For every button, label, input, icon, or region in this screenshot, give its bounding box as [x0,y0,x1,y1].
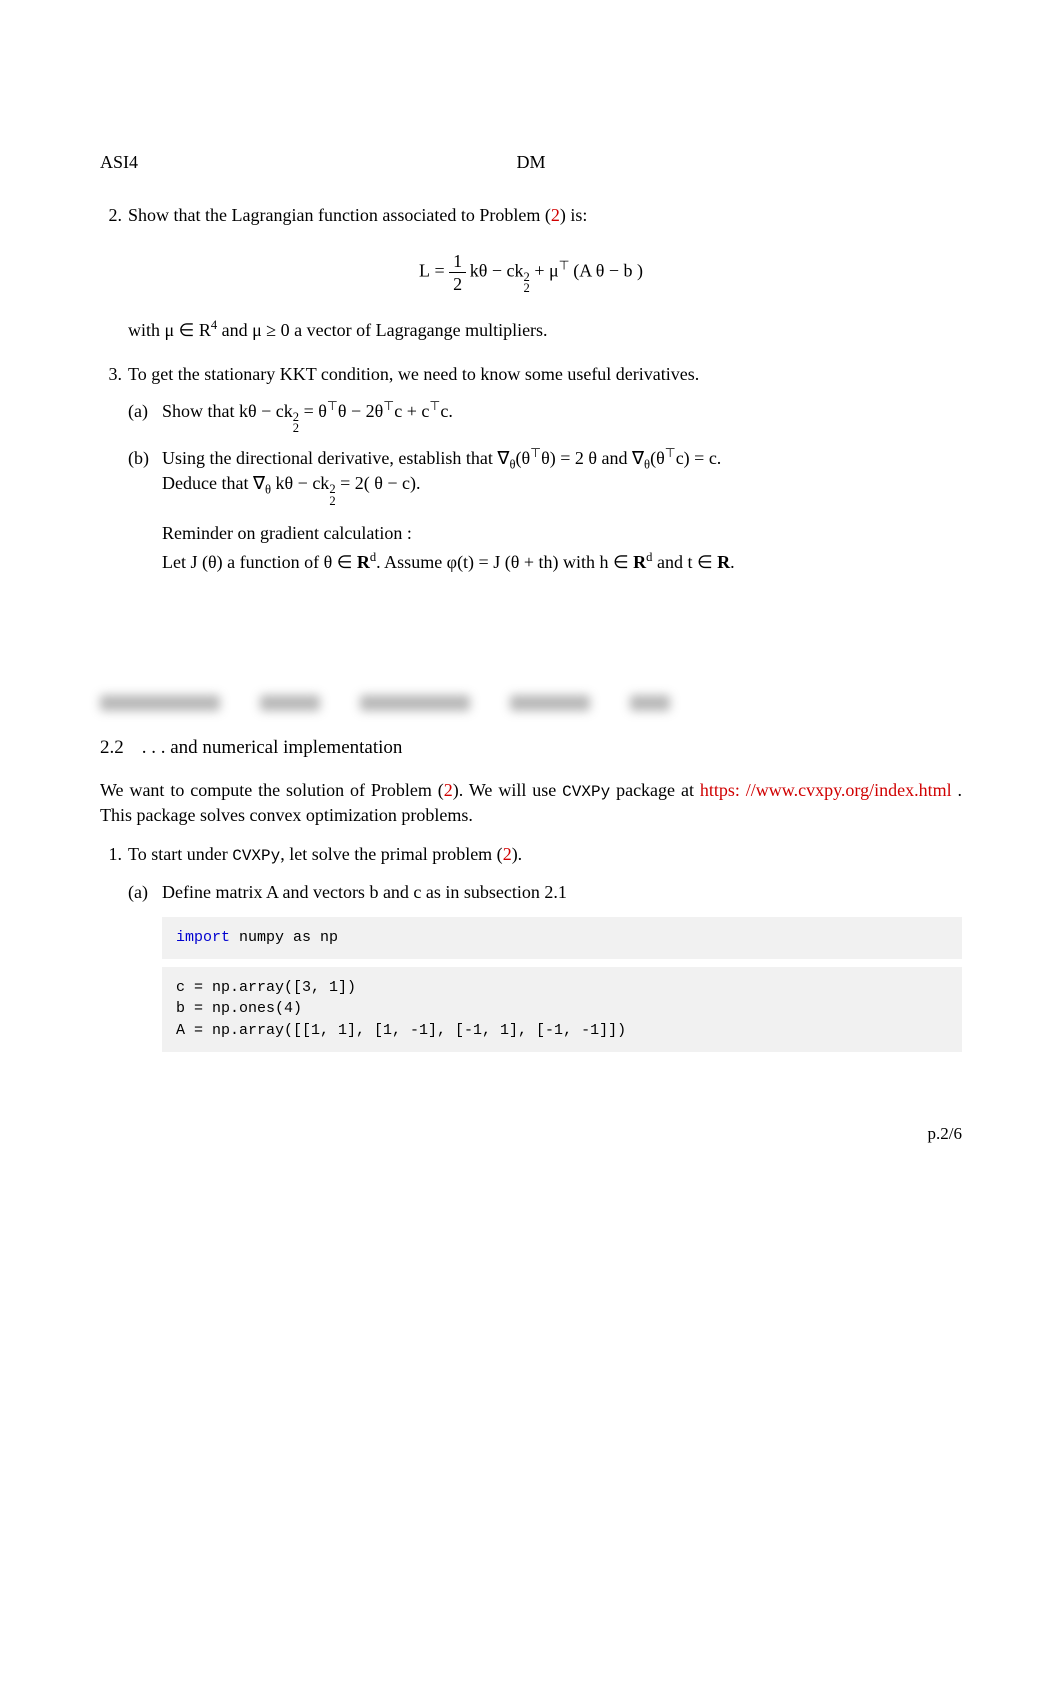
code-line: A = np.array([[1, 1], [1, -1], [-1, 1], … [176,1020,948,1042]
sub-label: (a) [128,880,162,905]
q2-with: with μ ∈ R4 and μ ≥ 0 a vector of Lagrag… [128,318,962,343]
item-number: 3. [100,362,128,387]
question-3: 3. To get the stationary KKT condition, … [100,362,962,387]
sub-body: Using the directional derivative, establ… [162,446,962,507]
problem-1a: (a) Define matrix A and vectors b and c … [128,880,962,905]
sub-label: (a) [128,399,162,434]
sub-label: (b) [128,446,162,507]
header-left: ASI4 [100,150,138,175]
item-number: 1. [100,842,128,867]
code-block-define: c = np.array([3, 1]) b = np.ones(4) A = … [162,967,962,1052]
code-line: b = np.ones(4) [176,998,948,1020]
ref-link[interactable]: 2 [503,844,512,864]
reminder-block: Reminder on gradient calculation : Let J… [162,521,962,575]
code-line: c = np.array([3, 1]) [176,977,948,999]
problem-1: 1. To start under CVXPy, let solve the p… [100,842,962,867]
ref-link[interactable]: 2 [551,205,560,225]
ref-link[interactable]: 2 [444,780,453,800]
item-body: To start under CVXPy, let solve the prim… [128,842,962,867]
section-title: . . . and numerical implementation [142,737,403,758]
cvxpy-url[interactable]: https: //www.cvxpy.org/index.html [700,780,952,800]
blurred-placeholder [100,695,962,717]
code-block-import: import numpy as np [162,917,962,959]
question-2: 2. Show that the Lagrangian function ass… [100,203,962,228]
sub-body: Define matrix A and vectors b and c as i… [162,880,962,905]
lagrangian-equation: L = 12 kθ − ck22 + μ⊤ (A θ − b ) [100,252,962,294]
question-3b: (b) Using the directional derivative, es… [128,446,962,507]
reminder-title: Reminder on gradient calculation : [162,521,962,546]
reminder-body: Let J (θ) a function of θ ∈ Rd. Assume φ… [162,550,962,575]
item-body: To get the stationary KKT condition, we … [128,362,962,387]
page-number: p.2/6 [100,1122,962,1146]
section-number: 2.2 [100,737,124,758]
sub-body: Show that kθ − ck22 = θ⊤θ − 2θ⊤c + c⊤c. [162,399,962,434]
item-number: 2. [100,203,128,228]
section-intro: We want to compute the solution of Probl… [100,778,962,829]
section-heading: 2.2 . . . and numerical implementation [100,735,962,762]
item-body: Show that the Lagrangian function associ… [128,203,962,228]
page-header: ASI4 DM [100,150,962,175]
header-center: DM [516,150,545,175]
keyword-import: import [176,929,239,946]
question-3a: (a) Show that kθ − ck22 = θ⊤θ − 2θ⊤c + c… [128,399,962,434]
